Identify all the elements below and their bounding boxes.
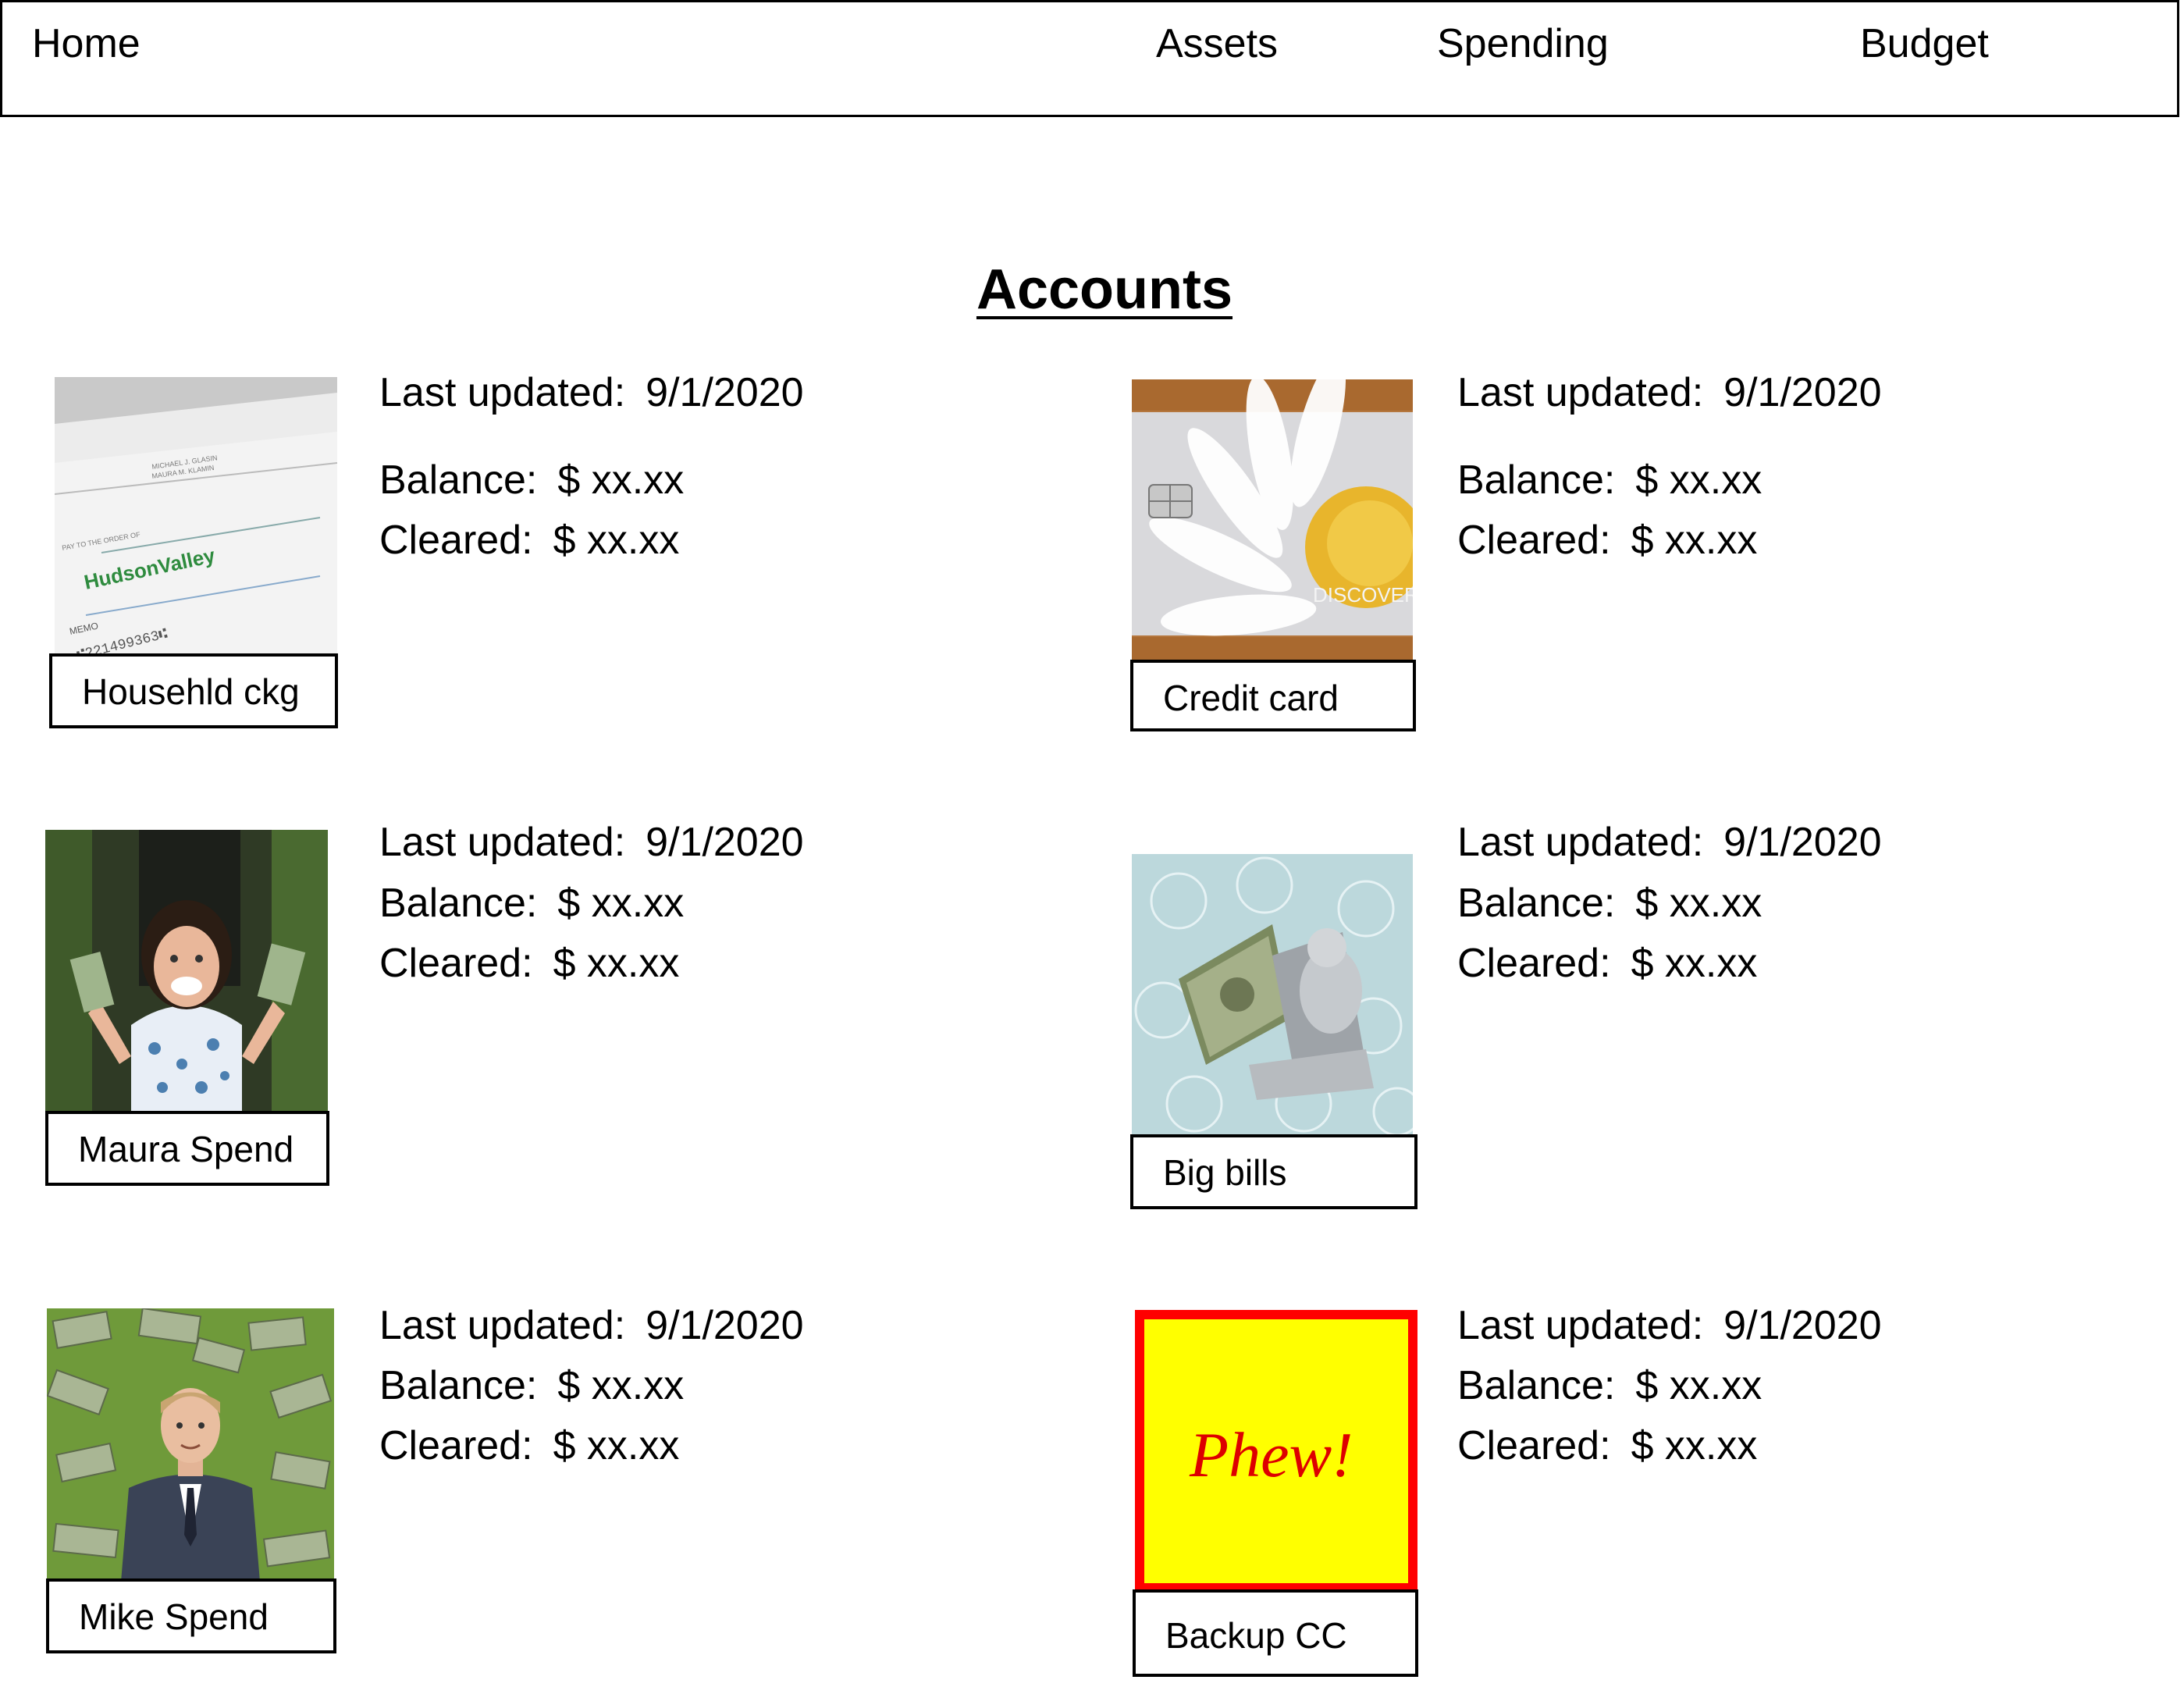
cleared-label: Cleared: xyxy=(1457,518,1611,563)
balance-value: $ xx.xx xyxy=(1635,457,1762,503)
cleared-row: Cleared: $ xx.xx xyxy=(379,1422,679,1470)
cleared-value: $ xx.xx xyxy=(1631,941,1758,986)
balance-row: Balance: $ xx.xx xyxy=(379,879,684,927)
nav-spending-link[interactable]: Spending xyxy=(1437,20,1609,68)
cleared-value: $ xx.xx xyxy=(1631,518,1758,563)
last-updated-label: Last updated: xyxy=(379,1303,626,1348)
cleared-label: Cleared: xyxy=(1457,1423,1611,1468)
phew-text: Phew! xyxy=(1189,1419,1353,1490)
balance-row: Balance: $ xx.xx xyxy=(379,1361,684,1410)
cleared-value: $ xx.xx xyxy=(553,518,680,563)
checkbook-image[interactable]: MICHAEL J. GLASIN MAURA M. KLAMIN PAY TO… xyxy=(55,377,337,660)
last-updated-value: 9/1/2020 xyxy=(1723,820,1882,865)
nav-budget-link[interactable]: Budget xyxy=(1860,20,1989,68)
last-updated-label: Last updated: xyxy=(379,820,626,865)
balance-value: $ xx.xx xyxy=(557,881,685,926)
last-updated-row: Last updated: 9/1/2020 xyxy=(379,1301,804,1350)
page-title: Accounts xyxy=(976,258,1233,321)
balance-value: $ xx.xx xyxy=(557,457,685,503)
last-updated-label: Last updated: xyxy=(1457,820,1704,865)
discover-card-image[interactable]: DISCOVER xyxy=(1132,379,1413,660)
man-with-bills-photo[interactable] xyxy=(47,1308,334,1582)
last-updated-label: Last updated: xyxy=(379,370,626,415)
cleared-value: $ xx.xx xyxy=(553,1423,680,1468)
cleared-label: Cleared: xyxy=(379,1423,533,1468)
last-updated-row: Last updated: 9/1/2020 xyxy=(1457,818,1882,867)
top-nav-bar: Home Assets Spending Budget xyxy=(0,0,2179,117)
last-updated-row: Last updated: 9/1/2020 xyxy=(1457,368,1882,417)
last-updated-value: 9/1/2020 xyxy=(1723,1303,1882,1348)
woman-with-cash-photo[interactable] xyxy=(45,830,328,1112)
balance-row: Balance: $ xx.xx xyxy=(379,456,684,504)
balance-value: $ xx.xx xyxy=(1635,1363,1762,1408)
last-updated-value: 9/1/2020 xyxy=(646,370,804,415)
cleared-label: Cleared: xyxy=(379,518,533,563)
cleared-value: $ xx.xx xyxy=(553,941,680,986)
account-name-label[interactable]: Mike Spend xyxy=(46,1578,336,1653)
balance-label: Balance: xyxy=(379,1363,538,1408)
nav-home-link[interactable]: Home xyxy=(32,20,141,68)
balance-label: Balance: xyxy=(1457,881,1616,926)
cleared-row: Cleared: $ xx.xx xyxy=(379,939,679,988)
cleared-row: Cleared: $ xx.xx xyxy=(1457,1422,1757,1470)
balance-row: Balance: $ xx.xx xyxy=(1457,456,1762,504)
balance-row: Balance: $ xx.xx xyxy=(1457,1361,1762,1410)
account-name-label[interactable]: Backup CC xyxy=(1133,1589,1418,1677)
last-updated-row: Last updated: 9/1/2020 xyxy=(379,818,804,867)
last-updated-value: 9/1/2020 xyxy=(1723,370,1882,415)
account-name-label[interactable]: Househld ckg xyxy=(49,653,338,728)
account-name-label[interactable]: Maura Spend xyxy=(45,1111,329,1186)
last-updated-value: 9/1/2020 xyxy=(646,1303,804,1348)
last-updated-label: Last updated: xyxy=(1457,370,1704,415)
cleared-label: Cleared: xyxy=(379,941,533,986)
balance-value: $ xx.xx xyxy=(1635,881,1762,926)
phew-sign[interactable]: Phew! xyxy=(1135,1310,1417,1593)
account-name-label[interactable]: Big bills xyxy=(1130,1134,1417,1209)
cleared-row: Cleared: $ xx.xx xyxy=(379,516,679,564)
account-name-label[interactable]: Credit card xyxy=(1130,660,1416,731)
last-updated-label: Last updated: xyxy=(1457,1303,1704,1348)
last-updated-row: Last updated: 9/1/2020 xyxy=(379,368,804,417)
balance-label: Balance: xyxy=(379,881,538,926)
nav-assets-link[interactable]: Assets xyxy=(1156,20,1278,68)
balance-value: $ xx.xx xyxy=(557,1363,685,1408)
cleared-row: Cleared: $ xx.xx xyxy=(1457,939,1757,988)
balance-row: Balance: $ xx.xx xyxy=(1457,879,1762,927)
cleared-row: Cleared: $ xx.xx xyxy=(1457,516,1757,564)
card-brand-text: DISCOVER xyxy=(1313,583,1413,607)
balance-label: Balance: xyxy=(379,457,538,503)
last-updated-value: 9/1/2020 xyxy=(646,820,804,865)
last-updated-row: Last updated: 9/1/2020 xyxy=(1457,1301,1882,1350)
balance-label: Balance: xyxy=(1457,1363,1616,1408)
money-clip-photo[interactable] xyxy=(1132,854,1413,1137)
balance-label: Balance: xyxy=(1457,457,1616,503)
cleared-value: $ xx.xx xyxy=(1631,1423,1758,1468)
cleared-label: Cleared: xyxy=(1457,941,1611,986)
